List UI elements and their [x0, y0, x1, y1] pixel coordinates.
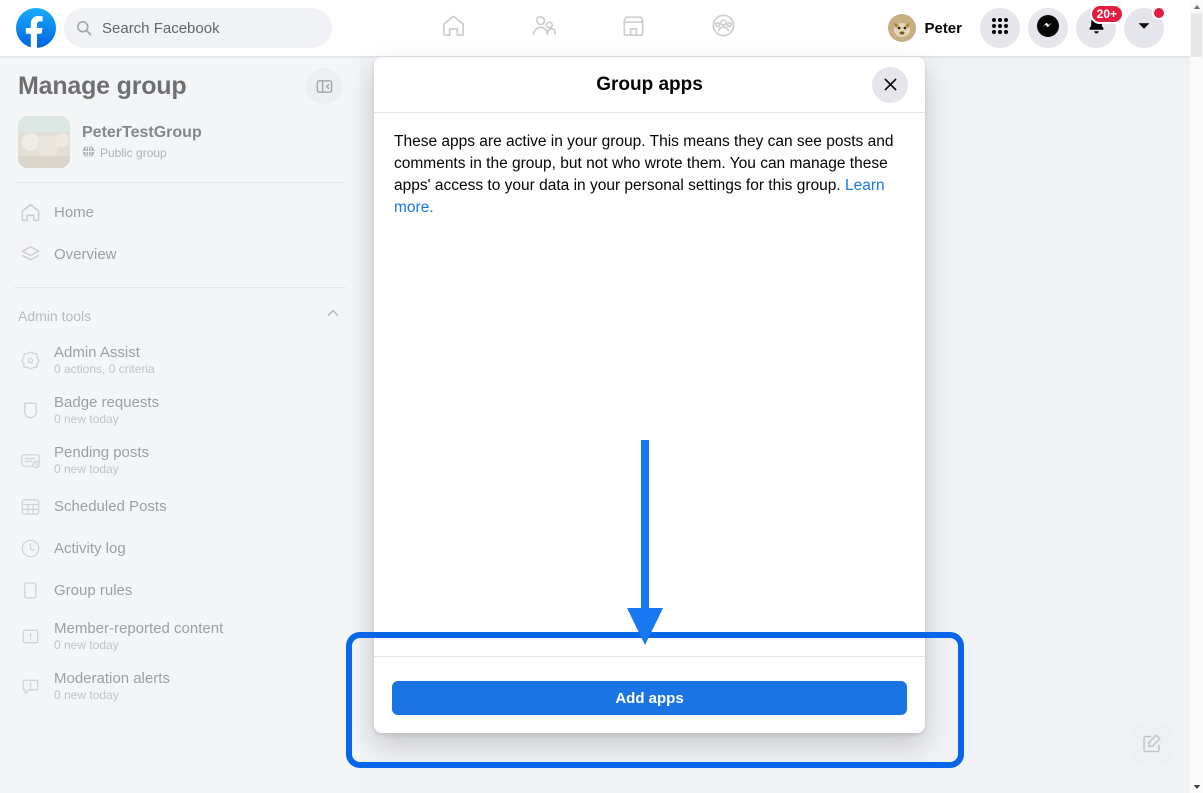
nav-groups[interactable]: [695, 8, 751, 48]
group-name: PeterTestGroup: [82, 123, 202, 141]
dialog-footer: Add apps: [374, 656, 925, 733]
chevron-up-icon[interactable]: [324, 304, 342, 327]
home-outline-icon: [18, 200, 42, 224]
search-icon: [76, 20, 92, 36]
home-icon: [440, 12, 467, 44]
sidebar-item-label: Scheduled Posts: [54, 497, 167, 515]
right-navigation: Peter 20+: [884, 0, 1166, 56]
sidebar-item-label: Activity log: [54, 539, 126, 557]
sidebar-item-label: Overview: [54, 245, 117, 263]
sidebar-item-label: Moderation alerts: [54, 670, 170, 687]
notifications-badge: 20+: [1089, 4, 1124, 24]
notifications-button[interactable]: 20+: [1076, 4, 1124, 48]
scrollbar-thumb[interactable]: [1191, 13, 1202, 57]
layers-icon: [18, 242, 42, 266]
profile-name: Peter: [924, 19, 962, 37]
group-privacy: Public group: [82, 145, 202, 161]
sidebar-item-admin-assist[interactable]: Admin Assist 0 actions, 0 criteria: [0, 335, 360, 385]
dialog-title: Group apps: [596, 73, 703, 95]
profile-chip[interactable]: Peter: [884, 10, 972, 46]
panel-collapse-icon[interactable]: [306, 68, 342, 104]
groups-icon: [710, 12, 737, 44]
messenger-icon: [1037, 14, 1059, 42]
sidebar-item-home[interactable]: Home: [0, 191, 360, 233]
facebook-logo-icon[interactable]: [16, 8, 56, 48]
badge-icon: [18, 398, 42, 422]
sidebar-item-subtitle: 0 new today: [54, 412, 119, 426]
alert-icon: [18, 624, 42, 648]
account-badge-dot: [1152, 6, 1166, 20]
group-thumbnail: [18, 116, 70, 168]
sidebar-item-label: Badge requests: [54, 394, 160, 411]
admin-assist-icon: [18, 348, 42, 372]
dialog-description: These apps are active in your group. Thi…: [394, 131, 905, 219]
book-icon: [18, 578, 42, 602]
group-summary[interactable]: PeterTestGroup Public group: [0, 110, 360, 182]
add-apps-button[interactable]: Add apps: [392, 681, 907, 715]
avatar: [888, 14, 917, 42]
sidebar-item-label: Pending posts: [54, 444, 150, 461]
clock-icon: [18, 536, 42, 560]
marketplace-icon: [620, 12, 647, 44]
sidebar-item-moderation-alerts[interactable]: Moderation alerts 0 new today: [0, 661, 360, 711]
search-bar[interactable]: [64, 8, 332, 48]
annotation-arrow-down: [618, 436, 674, 651]
dialog-description-text: These apps are active in your group. Thi…: [394, 133, 894, 194]
scroll-down-arrow-icon[interactable]: [1190, 780, 1203, 793]
divider: [14, 182, 346, 183]
dialog-header: Group apps: [374, 57, 925, 113]
sidebar-item-group-rules[interactable]: Group rules: [0, 569, 360, 611]
vertical-scrollbar[interactable]: [1190, 0, 1203, 793]
sidebar-item-subtitle: 0 actions, 0 criteria: [54, 362, 155, 376]
sidebar-item-subtitle: 0 new today: [54, 688, 119, 702]
sidebar-section-admin-tools[interactable]: Admin tools: [0, 288, 360, 335]
sidebar-item-pending-posts[interactable]: Pending posts 0 new today: [0, 435, 360, 485]
sidebar-item-label: Group rules: [54, 581, 133, 599]
chevron-down-icon: [1135, 17, 1153, 40]
globe-icon: [82, 145, 95, 161]
search-input[interactable]: [102, 19, 312, 37]
manage-group-sidebar: Manage group PeterTestGroup Public group…: [0, 56, 360, 793]
sidebar-item-label: Home: [54, 203, 95, 221]
sidebar-item-subtitle: 0 new today: [54, 462, 119, 476]
compose-icon: [1140, 731, 1164, 760]
page-title: Manage group: [18, 71, 187, 100]
sidebar-item-subtitle: 0 new today: [54, 638, 119, 652]
close-icon[interactable]: [872, 66, 908, 103]
compose-button[interactable]: [1128, 721, 1176, 769]
menu-grid-icon: [990, 16, 1010, 41]
pending-posts-icon: [18, 448, 42, 472]
sidebar-item-badge-requests[interactable]: Badge requests 0 new today: [0, 385, 360, 435]
scroll-up-arrow-icon[interactable]: [1190, 0, 1203, 13]
sidebar-item-label: Admin Assist: [54, 344, 140, 361]
sidebar-item-activity-log[interactable]: Activity log: [0, 527, 360, 569]
nav-home[interactable]: [425, 8, 481, 48]
sidebar-item-member-reported-content[interactable]: Member-reported content 0 new today: [0, 611, 360, 661]
sidebar-header: Manage group: [0, 56, 360, 110]
moderation-icon: [18, 674, 42, 698]
center-navigation: [425, 0, 751, 56]
messenger-button[interactable]: [1028, 8, 1068, 48]
calendar-icon: [18, 494, 42, 518]
menu-button[interactable]: [980, 8, 1020, 48]
sidebar-item-scheduled-posts[interactable]: Scheduled Posts: [0, 485, 360, 527]
sidebar-section-label: Admin tools: [18, 307, 92, 324]
nav-friends[interactable]: [515, 8, 571, 48]
group-privacy-label: Public group: [100, 146, 167, 161]
nav-marketplace[interactable]: [605, 8, 661, 48]
sidebar-item-label: Member-reported content: [54, 620, 224, 637]
friends-icon: [530, 12, 557, 44]
page-root: Peter: [0, 0, 1203, 793]
top-navigation-bar: Peter: [0, 0, 1190, 56]
account-button[interactable]: [1124, 6, 1166, 48]
sidebar-item-overview[interactable]: Overview: [0, 233, 360, 275]
